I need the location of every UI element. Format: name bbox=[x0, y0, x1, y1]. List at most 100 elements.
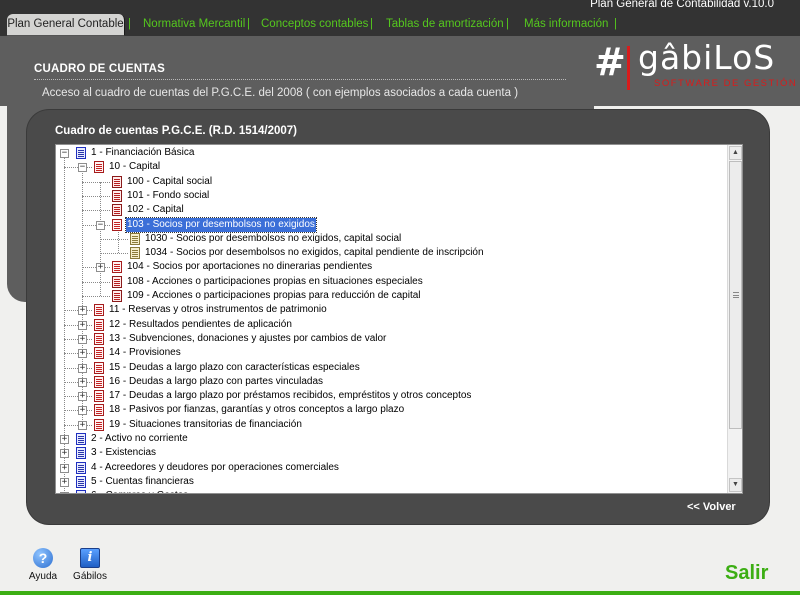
exit-button[interactable]: Salir bbox=[725, 562, 768, 585]
expand-icon[interactable]: + bbox=[78, 406, 87, 416]
tree-node-label[interactable]: 102 - Capital bbox=[126, 203, 185, 217]
tree-node-label[interactable]: 17 - Deudas a largo plazo por préstamos … bbox=[108, 389, 472, 403]
tree-node-label[interactable]: 4 - Acreedores y deudores por operacione… bbox=[90, 461, 340, 475]
tree-node-label[interactable]: 16 - Deudas a largo plazo con partes vin… bbox=[108, 375, 324, 389]
tree-node[interactable]: 101 - Fondo social bbox=[56, 189, 728, 203]
tree-node[interactable]: − 10 - Capital bbox=[56, 160, 728, 174]
account-document-icon bbox=[112, 204, 122, 217]
expand-icon[interactable]: + bbox=[60, 492, 69, 493]
volver-link[interactable]: << Volver bbox=[687, 501, 736, 513]
collapse-icon[interactable]: − bbox=[60, 149, 69, 158]
tree-node[interactable]: +15 - Deudas a largo plazo con caracterí… bbox=[56, 361, 728, 375]
tree-scrollbar[interactable]: ▲ ▼ bbox=[727, 145, 742, 493]
tree-node-label[interactable]: 109 - Acciones o participaciones propias… bbox=[126, 289, 422, 303]
gabilos-button[interactable]: i Gábilos bbox=[72, 548, 108, 582]
tree-node[interactable]: +104 - Socios por aportaciones no dinera… bbox=[56, 260, 728, 274]
tree-branch-line bbox=[100, 238, 128, 240]
tree-node[interactable]: +13 - Subvenciones, donaciones y ajustes… bbox=[56, 332, 728, 346]
tree-node[interactable]: +6 - Compras y Gastos bbox=[56, 489, 728, 493]
expand-icon[interactable]: + bbox=[78, 320, 87, 330]
scroll-grip-icon bbox=[733, 292, 739, 298]
gabilos-logo: # gâbiLoS SOFTWARE DE GESTIÓN bbox=[592, 38, 796, 96]
tree-node-label[interactable]: 104 - Socios por aportaciones no dinerar… bbox=[126, 260, 373, 274]
title-divider bbox=[34, 79, 566, 80]
tree-node[interactable]: − 1 - Financiación Básica bbox=[56, 146, 728, 160]
tab-tablas-de-amortizacion[interactable]: Tablas de amortización bbox=[386, 14, 504, 36]
tree-node-label[interactable]: 101 - Fondo social bbox=[126, 189, 210, 203]
tree-node[interactable]: +19 - Situaciones transitorias de financ… bbox=[56, 418, 728, 432]
account-document-icon bbox=[112, 275, 122, 288]
tree-node-label[interactable]: 6 - Compras y Gastos bbox=[90, 489, 189, 493]
tab-normativa-mercantil[interactable]: Normativa Mercantil bbox=[143, 14, 245, 36]
gabilos-label: Gábilos bbox=[73, 571, 107, 582]
expand-icon[interactable]: + bbox=[78, 363, 87, 373]
tree-node[interactable]: +17 - Deudas a largo plazo por préstamos… bbox=[56, 389, 728, 403]
tree-branch-line bbox=[82, 281, 110, 283]
tree-node[interactable]: +3 - Existencias bbox=[56, 446, 728, 460]
tab-mas-informacion[interactable]: Más información bbox=[524, 14, 608, 36]
scroll-thumb[interactable] bbox=[729, 161, 742, 429]
tree-node-label[interactable]: 3 - Existencias bbox=[90, 446, 157, 460]
tree-node[interactable]: +14 - Provisiones bbox=[56, 346, 728, 360]
tree-node[interactable]: +4 - Acreedores y deudores por operacion… bbox=[56, 461, 728, 475]
tab-plan-general-contable[interactable]: Plan General Contable bbox=[7, 14, 125, 36]
help-button[interactable]: ? Ayuda bbox=[28, 548, 58, 582]
tree-node-label[interactable]: 100 - Capital social bbox=[126, 175, 213, 189]
scroll-down-arrow-icon[interactable]: ▼ bbox=[729, 478, 742, 492]
logo-tagline: SOFTWARE DE GESTIÓN bbox=[654, 78, 798, 89]
expand-icon[interactable]: + bbox=[78, 334, 87, 344]
expand-icon[interactable]: + bbox=[60, 463, 69, 473]
expand-icon[interactable]: + bbox=[60, 449, 69, 459]
tree-node[interactable]: +11 - Reservas y otros instrumentos de p… bbox=[56, 303, 728, 317]
tree-node-label-selected[interactable]: 103 - Socios por desembolsos no exigidos bbox=[125, 216, 317, 233]
tree-node-label[interactable]: 12 - Resultados pendientes de aplicación bbox=[108, 318, 293, 332]
account-document-icon bbox=[130, 232, 140, 245]
tree-node-label[interactable]: 19 - Situaciones transitorias de financi… bbox=[108, 418, 303, 432]
tree-node[interactable]: 1034 - Socios por desembolsos no exigido… bbox=[56, 246, 728, 260]
tree-node[interactable]: 109 - Acciones o participaciones propias… bbox=[56, 289, 728, 303]
expand-icon[interactable]: + bbox=[78, 306, 87, 316]
accounts-tree[interactable]: −1 - Financiación Básica −10 - Capital 100… bbox=[55, 144, 743, 494]
tree-node[interactable]: +2 - Activo no corriente bbox=[56, 432, 728, 446]
tree-node-label[interactable]: 1034 - Socios por desembolsos no exigido… bbox=[144, 246, 485, 260]
tree-node-label[interactable]: 108 - Acciones o participaciones propias… bbox=[126, 275, 424, 289]
tree-node[interactable]: +5 - Cuentas financieras bbox=[56, 475, 728, 489]
tab-conceptos-contables[interactable]: Conceptos contables bbox=[261, 14, 368, 36]
account-document-icon bbox=[112, 175, 122, 188]
tree-node-label[interactable]: 10 - Capital bbox=[108, 160, 161, 174]
tree-node[interactable]: − 103 - Socios por desembolsos no exigido… bbox=[56, 216, 728, 233]
account-document-icon bbox=[112, 189, 122, 202]
tree-node[interactable]: 1030 - Socios por desembolsos no exigido… bbox=[56, 232, 728, 246]
collapse-icon[interactable]: − bbox=[96, 220, 105, 230]
expand-icon[interactable]: + bbox=[96, 263, 105, 273]
expand-icon[interactable]: + bbox=[78, 349, 87, 359]
tree-node[interactable]: 102 - Capital bbox=[56, 203, 728, 217]
tree-node-label[interactable]: 11 - Reservas y otros instrumentos de pa… bbox=[108, 303, 328, 317]
tree-node-label[interactable]: 18 - Pasivos por fianzas, garantías y ot… bbox=[108, 403, 405, 417]
expand-icon[interactable]: + bbox=[78, 392, 87, 402]
tree-node[interactable]: 100 - Capital social bbox=[56, 175, 728, 189]
tree-node-label[interactable]: 15 - Deudas a largo plazo con caracterís… bbox=[108, 361, 361, 375]
scroll-up-arrow-icon[interactable]: ▲ bbox=[729, 146, 742, 160]
tree-node-label[interactable]: 1 - Financiación Básica bbox=[90, 146, 195, 160]
tree-node[interactable]: +18 - Pasivos por fianzas, garantías y o… bbox=[56, 403, 728, 417]
tree-node-label[interactable]: 5 - Cuentas financieras bbox=[90, 475, 195, 489]
collapse-icon[interactable]: − bbox=[78, 163, 87, 173]
expand-icon[interactable]: + bbox=[60, 435, 69, 444]
expand-icon[interactable]: + bbox=[60, 477, 69, 487]
tree-node-label[interactable]: 13 - Subvenciones, donaciones y ajustes … bbox=[108, 332, 387, 346]
tree-node-label[interactable]: 1030 - Socios por desembolsos no exigido… bbox=[144, 232, 402, 246]
tree-node[interactable]: +12 - Resultados pendientes de aplicació… bbox=[56, 318, 728, 332]
tree-node[interactable]: 108 - Acciones o participaciones propias… bbox=[56, 275, 728, 289]
page-description: Acceso al cuadro de cuentas del P.G.C.E.… bbox=[42, 87, 519, 99]
nav-separator: | bbox=[506, 18, 509, 30]
logo-wordmark: gâbiLoS bbox=[638, 38, 776, 77]
account-document-icon bbox=[130, 247, 140, 260]
account-document-icon bbox=[94, 375, 104, 388]
tree-node-label[interactable]: 14 - Provisiones bbox=[108, 346, 182, 360]
tree-node-label[interactable]: 2 - Activo no corriente bbox=[90, 432, 189, 446]
tree-node[interactable]: +16 - Deudas a largo plazo con partes vi… bbox=[56, 375, 728, 389]
account-document-icon bbox=[112, 218, 122, 231]
expand-icon[interactable]: + bbox=[78, 420, 87, 430]
expand-icon[interactable]: + bbox=[78, 377, 87, 387]
